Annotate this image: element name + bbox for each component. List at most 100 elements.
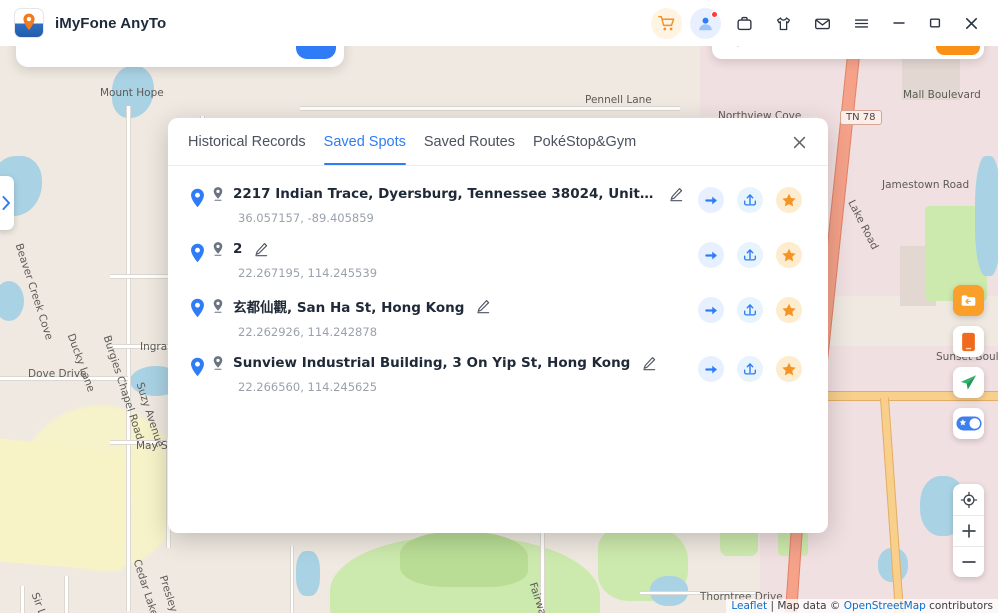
saved-spot-row[interactable]: Sunview Industrial Building, 3 On Yip St… bbox=[168, 347, 828, 402]
close-button[interactable] bbox=[956, 8, 986, 38]
hamburger-glyph bbox=[854, 18, 869, 28]
locate-crosshair-icon bbox=[960, 491, 977, 508]
panel-tab-bar: Historical Records Saved Spots Saved Rou… bbox=[168, 118, 828, 166]
zoom-out-button[interactable] bbox=[953, 546, 984, 577]
star-filled-icon bbox=[782, 362, 796, 376]
location-pin-blue-icon bbox=[191, 298, 204, 318]
device-button[interactable] bbox=[953, 326, 984, 357]
map-side-controls bbox=[953, 285, 984, 439]
move-to-spot-button[interactable] bbox=[698, 187, 724, 213]
minus-icon bbox=[961, 561, 976, 563]
maximize-icon bbox=[929, 18, 941, 28]
menu-icon[interactable] bbox=[846, 8, 877, 39]
titlebar-icon-group bbox=[647, 0, 998, 46]
spot-name: 2217 Indian Trace, Dyersburg, Tennessee … bbox=[233, 186, 657, 202]
move-to-spot-button[interactable] bbox=[698, 297, 724, 323]
spot-edit-button[interactable] bbox=[476, 299, 491, 314]
saved-spots-list[interactable]: 2217 Indian Trace, Dyersburg, Tennessee … bbox=[168, 166, 828, 533]
upload-arrow-icon bbox=[744, 194, 756, 206]
spot-edit-button[interactable] bbox=[642, 356, 657, 371]
spot-title-line: 玄都仙觀, San Ha St, Hong Kong bbox=[212, 296, 684, 316]
spot-marker-icon bbox=[190, 355, 212, 382]
star-filled-icon bbox=[782, 193, 796, 207]
favorites-toggle[interactable] bbox=[953, 408, 984, 439]
tshirt-icon[interactable] bbox=[768, 8, 799, 39]
phone-device-icon bbox=[962, 332, 975, 351]
export-spot-button[interactable] bbox=[737, 187, 763, 213]
favorite-spot-button[interactable] bbox=[776, 356, 802, 382]
minimize-button[interactable] bbox=[884, 8, 914, 38]
map-road bbox=[300, 106, 680, 111]
spot-marker-icon bbox=[190, 186, 212, 213]
move-to-spot-button[interactable] bbox=[698, 242, 724, 268]
arrow-right-icon bbox=[704, 251, 717, 259]
spot-details: 2217 Indian Trace, Dyersburg, Tennessee … bbox=[212, 186, 684, 225]
leaflet-link[interactable]: Leaflet bbox=[731, 600, 767, 612]
spot-name: Sunview Industrial Building, 3 On Yip St… bbox=[233, 355, 631, 371]
chevron-right-icon bbox=[2, 196, 10, 210]
saved-spot-row[interactable]: 2 22.267195, 114.245539 bbox=[168, 233, 828, 288]
favorite-spot-button[interactable] bbox=[776, 242, 802, 268]
location-pin-blue-icon bbox=[191, 243, 204, 263]
map-street-label: Mall Boulevard bbox=[903, 89, 981, 101]
edit-pencil-icon bbox=[643, 356, 656, 370]
spot-coordinates: 22.267195, 114.245539 bbox=[238, 266, 378, 280]
maximize-button[interactable] bbox=[920, 8, 950, 38]
cart-glyph bbox=[658, 15, 675, 30]
zoom-in-button[interactable] bbox=[953, 515, 984, 546]
tab-saved-spots[interactable]: Saved Spots bbox=[323, 118, 407, 165]
spot-title-line: 2217 Indian Trace, Dyersburg, Tennessee … bbox=[212, 186, 684, 202]
saved-spot-row[interactable]: 玄都仙觀, San Ha St, Hong Kong 22.262926, 114… bbox=[168, 288, 828, 347]
tab-historical-records[interactable]: Historical Records bbox=[188, 118, 306, 165]
location-pin-gray-icon bbox=[213, 242, 223, 256]
telegram-send-button[interactable] bbox=[953, 367, 984, 398]
plus-icon bbox=[961, 524, 976, 538]
saved-spot-row[interactable]: 2217 Indian Trace, Dyersburg, Tennessee … bbox=[168, 178, 828, 233]
spot-action-group bbox=[698, 296, 802, 323]
map-trees-area bbox=[400, 532, 528, 587]
panel-close-button[interactable] bbox=[788, 131, 810, 153]
locate-me-button[interactable] bbox=[953, 484, 984, 515]
spot-action-group bbox=[698, 186, 802, 213]
arrow-right-icon bbox=[704, 196, 717, 204]
tab-pokestop-gym[interactable]: PokéStop&Gym bbox=[533, 118, 636, 165]
expand-side-panel-button[interactable] bbox=[0, 176, 14, 230]
export-spot-button[interactable] bbox=[737, 242, 763, 268]
spot-marker-icon bbox=[190, 241, 212, 268]
upload-arrow-icon bbox=[744, 363, 756, 375]
map-attribution: Leaflet | Map data © OpenStreetMap contr… bbox=[726, 599, 998, 613]
briefcase-glyph bbox=[737, 16, 752, 30]
spot-marker-icon bbox=[190, 296, 212, 323]
records-panel: Historical Records Saved Spots Saved Rou… bbox=[168, 118, 828, 533]
tab-saved-routes[interactable]: Saved Routes bbox=[424, 118, 515, 165]
map-street-label: Mount Hope bbox=[100, 87, 164, 99]
spot-edit-button[interactable] bbox=[669, 187, 684, 202]
mail-icon[interactable] bbox=[807, 8, 838, 39]
application-window: Mount Hope Pennell Lane Northview Cove TN 7… bbox=[0, 0, 998, 613]
arrow-right-icon bbox=[704, 365, 717, 373]
location-pin-gray-icon bbox=[213, 187, 223, 201]
map-road bbox=[20, 586, 25, 613]
briefcase-icon[interactable] bbox=[729, 8, 760, 39]
cart-icon[interactable] bbox=[651, 7, 682, 39]
map-water-area bbox=[296, 551, 320, 596]
map-road bbox=[64, 576, 69, 613]
spot-edit-button[interactable] bbox=[254, 242, 269, 257]
spot-coordinates: 36.057157, -89.405859 bbox=[238, 211, 374, 225]
spot-small-pin-icon bbox=[212, 186, 224, 202]
favorite-spot-button[interactable] bbox=[776, 187, 802, 213]
spot-name: 玄都仙觀, San Ha St, Hong Kong bbox=[233, 300, 465, 316]
map-water-area bbox=[975, 156, 998, 276]
favorite-spot-button[interactable] bbox=[776, 297, 802, 323]
move-to-spot-button[interactable] bbox=[698, 356, 724, 382]
account-icon[interactable] bbox=[690, 7, 721, 39]
map-landuse-area bbox=[0, 436, 145, 571]
spot-coordinates: 22.262926, 114.242878 bbox=[238, 325, 378, 339]
import-file-button[interactable] bbox=[953, 285, 984, 316]
spot-small-pin-icon bbox=[212, 298, 224, 314]
folder-import-icon bbox=[961, 295, 976, 306]
export-spot-button[interactable] bbox=[737, 297, 763, 323]
export-spot-button[interactable] bbox=[737, 356, 763, 382]
upload-arrow-icon bbox=[744, 249, 756, 261]
openstreetmap-link[interactable]: OpenStreetMap bbox=[844, 600, 926, 612]
